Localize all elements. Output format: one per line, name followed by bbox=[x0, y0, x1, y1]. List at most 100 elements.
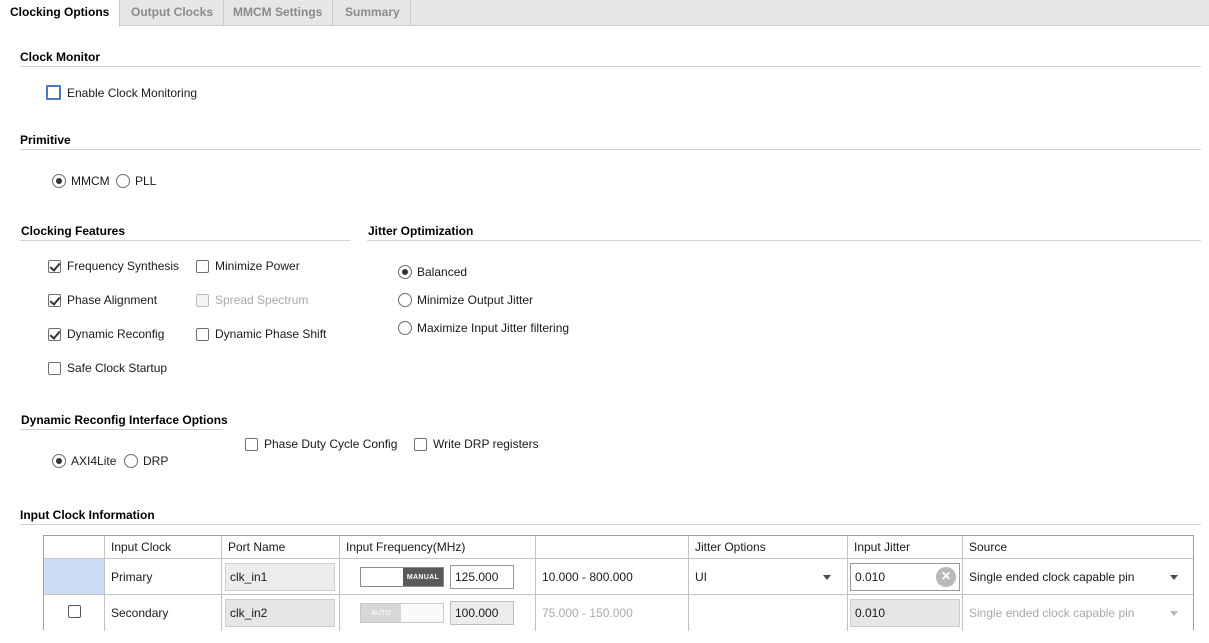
primary-frequency-input[interactable]: 125.000 bbox=[450, 565, 514, 589]
jitter-balanced-option[interactable]: Balanced bbox=[398, 265, 467, 279]
clocking-features-title: Clocking Features bbox=[21, 224, 126, 238]
secondary-jitter-cell: 0.010 bbox=[848, 595, 963, 631]
tab-summary[interactable]: Summary bbox=[335, 0, 411, 26]
primary-port-field: clk_in1 bbox=[225, 563, 335, 591]
primary-select-cell[interactable] bbox=[44, 559, 105, 594]
write-drp-registers-option[interactable]: Write DRP registers bbox=[414, 437, 539, 451]
table-header: Input Clock Port Name Input Frequency(MH… bbox=[44, 536, 1193, 559]
divider bbox=[20, 149, 1201, 150]
header-jitter-options: Jitter Options bbox=[689, 536, 848, 558]
dynamic-phase-shift-checkbox[interactable] bbox=[196, 327, 209, 341]
chevron-down-icon bbox=[823, 575, 831, 580]
jitter-optimization-title: Jitter Optimization bbox=[368, 224, 474, 238]
primitive-title: Primitive bbox=[20, 133, 71, 147]
secondary-range-cell: 75.000 - 150.000 bbox=[536, 595, 689, 631]
phase-duty-cycle-checkbox[interactable] bbox=[245, 437, 258, 451]
secondary-source-dropdown: Single ended clock capable pin bbox=[963, 595, 1193, 631]
maximize-input-jitter-radio[interactable] bbox=[398, 321, 412, 335]
frequency-synthesis-label: Frequency Synthesis bbox=[67, 259, 180, 273]
primary-frequency-cell: MANUAL 125.000 bbox=[340, 559, 536, 594]
write-drp-registers-label: Write DRP registers bbox=[433, 437, 539, 451]
tab-mmcm-settings[interactable]: MMCM Settings bbox=[223, 0, 334, 26]
drp-label: DRP bbox=[143, 454, 169, 468]
drp-option[interactable]: DRP bbox=[124, 454, 168, 468]
dynamic-phase-shift-option[interactable]: Dynamic Phase Shift bbox=[196, 327, 326, 341]
primary-source-value: Single ended clock capable pin bbox=[969, 569, 1135, 584]
secondary-jitter-field: 0.010 bbox=[850, 599, 960, 627]
phase-alignment-option[interactable]: Phase Alignment bbox=[48, 293, 157, 307]
spread-spectrum-checkbox bbox=[196, 293, 209, 307]
header-range bbox=[536, 536, 689, 558]
input-clock-table: Input Clock Port Name Input Frequency(MH… bbox=[43, 535, 1194, 631]
minimize-power-label: Minimize Power bbox=[215, 259, 300, 273]
mmcm-label: MMCM bbox=[71, 174, 110, 188]
enable-clock-monitoring-option[interactable]: Enable Clock Monitoring bbox=[46, 85, 197, 100]
primary-port-cell: clk_in1 bbox=[222, 559, 340, 594]
primitive-pll-option[interactable]: PLL bbox=[116, 174, 156, 188]
divider bbox=[20, 429, 223, 430]
safe-clock-startup-option[interactable]: Safe Clock Startup bbox=[48, 361, 167, 375]
primary-jitter-options-dropdown[interactable]: UI bbox=[689, 559, 848, 594]
write-drp-registers-checkbox[interactable] bbox=[414, 437, 427, 451]
dynamic-reconfig-option[interactable]: Dynamic Reconfig bbox=[48, 327, 164, 341]
manual-toggle-label: MANUAL bbox=[403, 568, 443, 586]
phase-duty-cycle-label: Phase Duty Cycle Config bbox=[264, 437, 398, 451]
input-clock-title: Input Clock Information bbox=[20, 508, 155, 522]
jitter-minimize-output-option[interactable]: Minimize Output Jitter bbox=[398, 293, 533, 307]
dynamic-reconfig-checkbox[interactable] bbox=[48, 327, 61, 341]
secondary-select-cell[interactable] bbox=[44, 595, 105, 631]
secondary-frequency-cell: AUTO 100.000 bbox=[340, 595, 536, 631]
enable-clock-monitoring-label: Enable Clock Monitoring bbox=[67, 85, 198, 100]
tab-clocking-options[interactable]: Clocking Options bbox=[0, 0, 121, 27]
primitive-mmcm-option[interactable]: MMCM bbox=[52, 174, 110, 188]
mmcm-radio[interactable] bbox=[52, 174, 66, 188]
secondary-enable-checkbox[interactable] bbox=[67, 604, 81, 618]
phase-alignment-checkbox[interactable] bbox=[48, 293, 61, 307]
divider bbox=[20, 524, 1201, 525]
divider bbox=[367, 240, 1201, 241]
phase-duty-cycle-option[interactable]: Phase Duty Cycle Config bbox=[245, 437, 397, 451]
header-source: Source bbox=[963, 536, 1193, 558]
spread-spectrum-label: Spread Spectrum bbox=[215, 293, 309, 307]
tab-output-clocks[interactable]: Output Clocks bbox=[121, 0, 225, 26]
minimize-power-option[interactable]: Minimize Power bbox=[196, 259, 300, 273]
dynamic-reconfig-title: Dynamic Reconfig Interface Options bbox=[21, 413, 228, 427]
clock-monitor-title: Clock Monitor bbox=[20, 50, 100, 64]
balanced-radio[interactable] bbox=[398, 265, 412, 279]
safe-clock-startup-checkbox[interactable] bbox=[48, 361, 61, 375]
tab-bar: Clocking Options Output Clocks MMCM Sett… bbox=[0, 0, 1209, 27]
primary-range-cell: 10.000 - 800.000 bbox=[536, 559, 689, 594]
phase-alignment-label: Phase Alignment bbox=[67, 293, 158, 307]
table-row: Secondary clk_in2 AUTO 100.000 75.000 - … bbox=[44, 595, 1193, 631]
jitter-maximize-input-option[interactable]: Maximize Input Jitter filtering bbox=[398, 321, 569, 335]
minimize-output-jitter-radio[interactable] bbox=[398, 293, 412, 307]
axi4lite-radio[interactable] bbox=[52, 454, 66, 468]
header-select bbox=[44, 536, 105, 558]
primary-jitter-option-value: UI bbox=[695, 569, 707, 584]
divider bbox=[20, 240, 350, 241]
manual-auto-toggle[interactable]: MANUAL bbox=[360, 567, 444, 587]
secondary-source-value: Single ended clock capable pin bbox=[969, 606, 1135, 620]
secondary-clock-cell: Secondary bbox=[105, 595, 222, 631]
secondary-port-cell: clk_in2 bbox=[222, 595, 340, 631]
pll-label: PLL bbox=[135, 174, 157, 188]
primary-jitter-cell: 0.010 × bbox=[848, 559, 963, 594]
dynamic-phase-shift-label: Dynamic Phase Shift bbox=[215, 327, 327, 341]
frequency-synthesis-checkbox[interactable] bbox=[48, 259, 61, 273]
axi4lite-option[interactable]: AXI4Lite bbox=[52, 454, 116, 468]
secondary-jitter-options-cell bbox=[689, 595, 848, 631]
clear-icon[interactable]: × bbox=[936, 567, 956, 587]
auto-toggle-label: AUTO bbox=[361, 604, 401, 622]
divider bbox=[20, 66, 1201, 67]
balanced-label: Balanced bbox=[417, 265, 468, 279]
frequency-synthesis-option[interactable]: Frequency Synthesis bbox=[48, 259, 179, 273]
drp-radio[interactable] bbox=[124, 454, 138, 468]
spread-spectrum-option: Spread Spectrum bbox=[196, 293, 308, 307]
enable-clock-monitoring-checkbox[interactable] bbox=[46, 85, 61, 100]
dynamic-reconfig-label: Dynamic Reconfig bbox=[67, 327, 165, 341]
pll-radio[interactable] bbox=[116, 174, 130, 188]
primary-source-dropdown[interactable]: Single ended clock capable pin bbox=[963, 559, 1193, 594]
primary-clock-cell: Primary bbox=[105, 559, 222, 594]
chevron-down-icon bbox=[1170, 611, 1178, 616]
minimize-power-checkbox[interactable] bbox=[196, 259, 209, 273]
